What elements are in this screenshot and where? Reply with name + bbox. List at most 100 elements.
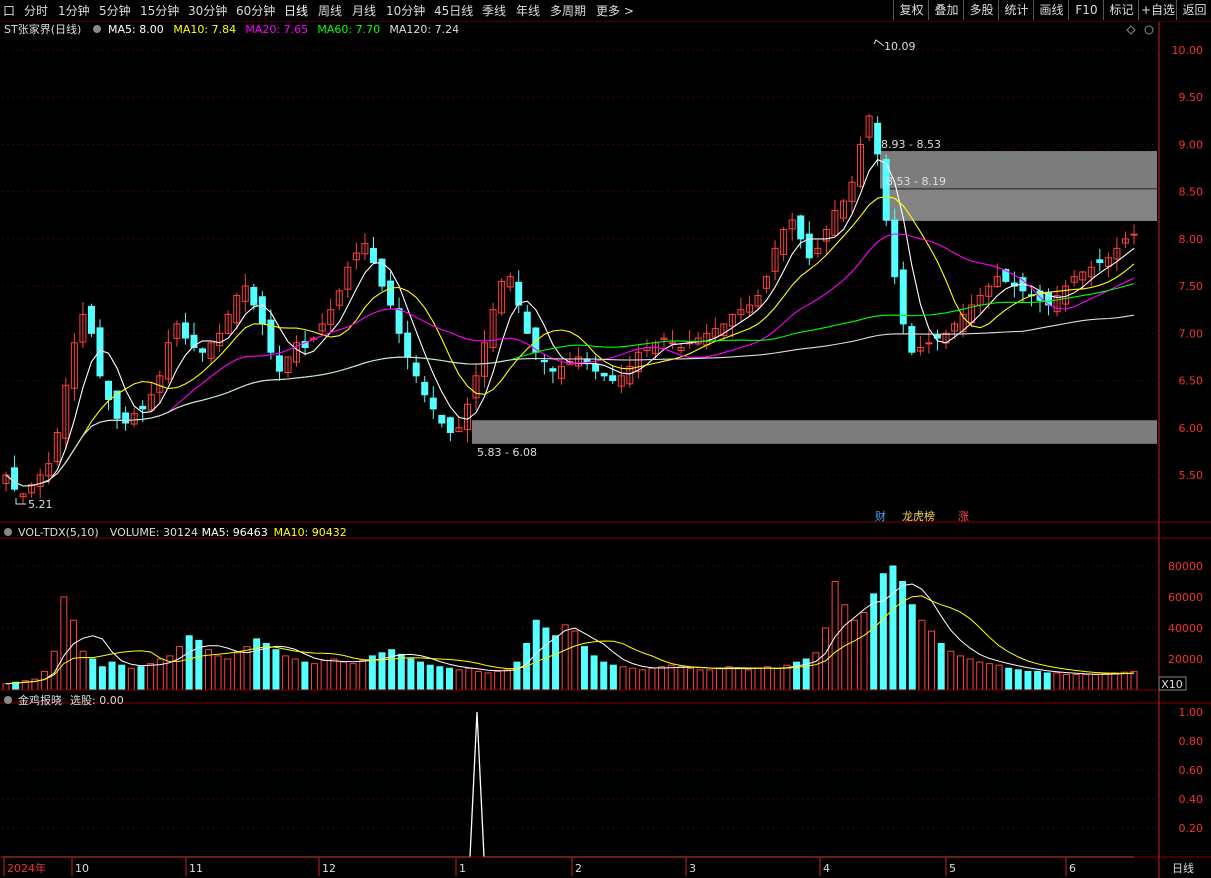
volume-bar	[1072, 674, 1080, 691]
settings-dot-icon[interactable]	[93, 25, 101, 33]
candle-body	[1096, 259, 1104, 264]
candle-body	[96, 327, 104, 377]
volume-bar	[773, 667, 781, 691]
candle-body	[421, 381, 429, 396]
volume-legend-0: VOL-TDX(5,10)	[18, 526, 99, 539]
price-zone-1	[884, 188, 1157, 221]
volume-bar	[956, 655, 964, 691]
volume-bar	[571, 630, 579, 691]
price-tick-label: 9.50	[1179, 91, 1204, 104]
volume-bar	[69, 619, 77, 691]
volume-bar	[118, 664, 126, 691]
marker-dragon-tiger: 龙虎榜	[902, 509, 935, 523]
volume-bar	[687, 667, 695, 691]
candle-body	[515, 281, 523, 306]
main-legend-0: MA5: 8.00	[108, 23, 164, 36]
marker-limit-up: 涨	[958, 510, 969, 523]
main-legend-1: MA10: 7.84	[173, 23, 236, 36]
x-axis-label-8: 5	[949, 862, 956, 875]
volume-bar	[870, 593, 878, 691]
x-axis-label-9: 6	[1069, 862, 1076, 875]
volume-bar	[1053, 672, 1061, 691]
volume-bar	[224, 658, 232, 691]
x-axis-label-2: 11	[189, 862, 203, 875]
volume-bar	[2, 683, 10, 691]
volume-bar	[320, 660, 328, 691]
candle-body	[369, 247, 377, 263]
volume-bar	[253, 638, 261, 691]
candle-body	[395, 308, 403, 334]
x-axis-label-5: 2	[575, 862, 582, 875]
volume-bar	[1120, 671, 1128, 691]
volume-settings-icon[interactable]	[4, 528, 12, 536]
volume-bar	[764, 666, 772, 691]
candle-body	[592, 364, 600, 372]
candle-body	[250, 286, 258, 306]
volume-bar	[494, 670, 502, 691]
price-tick-label: 7.00	[1179, 327, 1204, 340]
high-price-label: 10.09	[884, 40, 916, 53]
volume-bar	[445, 667, 453, 691]
main-chart-title: ST张家界(日线)	[4, 22, 81, 36]
price-tick-label: 10.00	[1172, 44, 1204, 57]
low-price-label: 5.21	[28, 498, 53, 511]
kline-chart[interactable]: ST张家界(日线) MA5: 8.00 MA10: 7.84 MA20: 7.65 MA…	[0, 0, 1211, 878]
volume-bar	[185, 635, 193, 691]
volume-legend-3: MA10: 90432	[274, 526, 347, 539]
volume-bar	[214, 655, 222, 691]
volume-bar	[1130, 670, 1138, 691]
volume-bar	[831, 581, 839, 691]
price-tick-label: 7.50	[1179, 280, 1204, 293]
candle-body	[908, 326, 916, 353]
volume-tick-label: 80000	[1168, 560, 1203, 573]
indicator-tick-label: 0.80	[1179, 735, 1204, 748]
volume-bar	[879, 573, 887, 691]
price-tick-label: 9.00	[1179, 138, 1204, 151]
volume-bar	[706, 669, 714, 691]
volume-bar	[1014, 669, 1022, 691]
circle-icon[interactable]	[1144, 25, 1154, 35]
volume-bar	[368, 655, 376, 691]
volume-bar	[850, 619, 858, 691]
diamond-icon[interactable]	[1126, 25, 1136, 35]
price-zone-2	[472, 420, 1157, 444]
indicator-legend-1: 选股: 0.00	[70, 694, 124, 707]
volume-bar	[677, 666, 685, 691]
price-tick-label: 8.50	[1179, 186, 1204, 199]
indicator-tick-label: 0.20	[1179, 822, 1204, 835]
high-pointer	[873, 39, 885, 47]
volume-bar	[1063, 674, 1071, 691]
volume-legend-2: MA5: 96463	[202, 526, 268, 539]
volume-bar	[744, 669, 752, 691]
volume-bar	[339, 661, 347, 691]
price-tick-label: 5.50	[1179, 469, 1204, 482]
volume-bar	[715, 667, 723, 691]
volume-bar	[966, 658, 974, 691]
candle-body	[404, 332, 412, 358]
indicator-settings-icon[interactable]	[4, 696, 12, 704]
volume-bar	[1101, 673, 1109, 691]
volume-legend-1: VOLUME: 30124	[110, 526, 198, 539]
volume-bar	[503, 669, 511, 691]
candle-body	[87, 305, 95, 334]
candle-body	[429, 397, 437, 410]
volume-bar	[98, 666, 106, 691]
low-pointer	[15, 498, 26, 505]
volume-ma10-line	[5, 595, 1134, 685]
zone-label-2: 5.83 - 6.08	[477, 446, 537, 459]
candle-body	[891, 219, 899, 278]
volume-bar	[1024, 670, 1032, 691]
volume-bar	[619, 666, 627, 691]
candle-body	[600, 372, 608, 377]
volume-bar	[484, 672, 492, 691]
x-axis-label-1: 10	[75, 862, 89, 875]
volume-bar	[1034, 670, 1042, 691]
volume-bar	[1043, 672, 1051, 691]
candle-body	[122, 412, 130, 424]
volume-bar	[937, 643, 945, 691]
volume-bar	[580, 646, 588, 691]
volume-bar	[513, 661, 521, 691]
marker-finance: 财	[875, 509, 886, 523]
volume-bar	[609, 664, 617, 691]
candle-body	[181, 322, 189, 339]
